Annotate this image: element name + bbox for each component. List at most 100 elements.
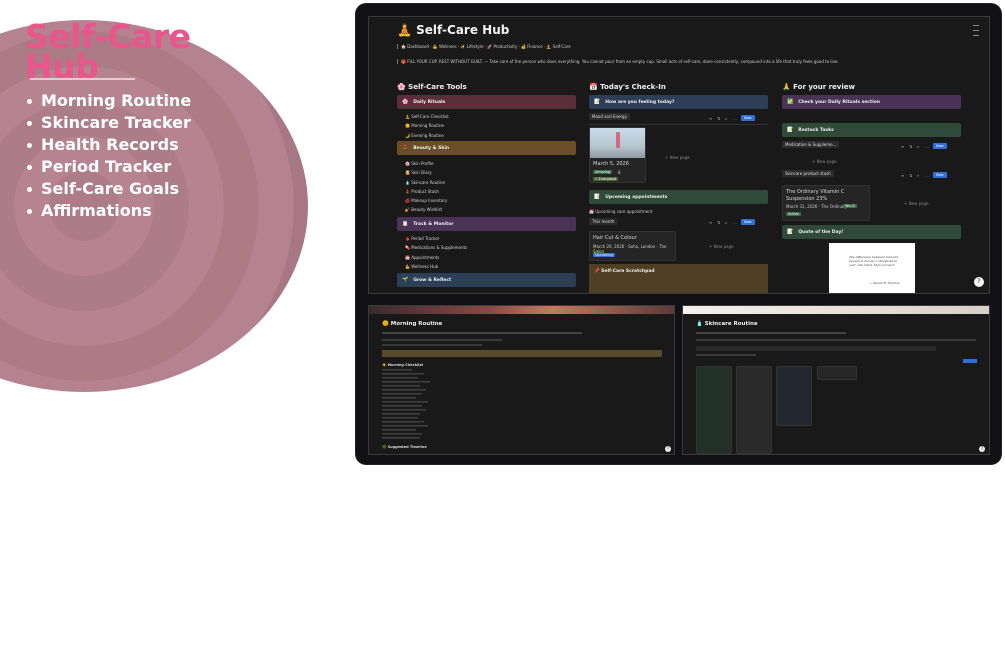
- track-monitor-toggle[interactable]: 📋 Track & Monitor: [397, 217, 576, 231]
- sprout-icon: 🌱: [402, 277, 409, 283]
- quote-text: The difference between hell and heaven i…: [849, 255, 899, 267]
- breadcrumb[interactable]: 🏠 Dashboard · 💪 Wellness · ✨ Lifestyle ·…: [397, 44, 571, 49]
- page: Self-Care Hub Morning Routine Skincare T…: [0, 0, 1005, 670]
- new-page-link[interactable]: + New page: [812, 159, 837, 164]
- promo-underline: [30, 78, 135, 80]
- new-button[interactable]: New: [933, 143, 947, 149]
- sort-icon[interactable]: ⇅: [909, 173, 914, 178]
- promo-feature: Morning Routine: [27, 90, 191, 112]
- main-screenshot: 🧘 Self-Care Hub 🏠 Dashboard · 💪 Wellness…: [368, 16, 990, 294]
- db-toolbar: ≡ ⇅ ⌕ … New: [709, 218, 755, 226]
- sort-icon[interactable]: ⇅: [717, 116, 722, 121]
- text-line: [696, 354, 756, 356]
- grow-reflect-label: Grow & Reflect: [413, 277, 452, 283]
- appointment-card[interactable]: Hair Cut & Colour March 20, 2026 · Soho,…: [589, 231, 676, 261]
- list-item[interactable]: 💋 Makeup Inventory: [405, 196, 447, 205]
- scratchpad-label: Self-Care Scratchpad: [601, 269, 655, 274]
- entry-tag: Amazing: [593, 170, 613, 174]
- beauty-skin-toggle[interactable]: 💄 Beauty & Skin: [397, 141, 576, 155]
- morning-routine-screenshot: 🌞 Morning Routine ☀️ Morning Checklist 🌿…: [368, 305, 675, 455]
- help-icon[interactable]: ?: [665, 446, 671, 452]
- appt-status: Upcoming: [593, 253, 615, 257]
- new-button[interactable]: New: [933, 172, 947, 178]
- quote-image: The difference between hell and heaven i…: [829, 243, 915, 293]
- promo-feature: Affirmations: [27, 200, 191, 222]
- board-column[interactable]: [696, 366, 732, 454]
- checkmark-icon: ✅: [787, 99, 794, 105]
- appointments-sub: 📅 Upcoming care appointment: [589, 209, 653, 214]
- new-button[interactable]: [963, 359, 977, 363]
- list-item[interactable]: 🧴 Skincare Routine: [405, 178, 447, 187]
- new-page-link[interactable]: + New page: [709, 244, 734, 249]
- mood-card[interactable]: March 5, 2026 Amazing 8 ⚡ Energised: [589, 127, 646, 183]
- list-item[interactable]: 💊 Medications & Supplements: [405, 243, 467, 252]
- list-item[interactable]: 📔 Skin Diary: [405, 168, 447, 177]
- text-line: [382, 339, 502, 341]
- mood-card-image: [590, 128, 645, 158]
- filter-icon[interactable]: ≡: [901, 144, 906, 149]
- list-item[interactable]: 💄 Product Stash: [405, 187, 447, 196]
- help-icon[interactable]: ?: [974, 277, 984, 287]
- lipstick-icon: 💄: [402, 145, 409, 151]
- product-card[interactable]: The Ordinary Vitamin C Suspension 23% Ma…: [782, 185, 870, 221]
- skincare-routine-screenshot: 🧴 Skincare Routine ?: [682, 305, 990, 455]
- entry-tag: ⚡ Energised: [593, 177, 618, 181]
- help-icon[interactable]: ?: [979, 446, 985, 452]
- filter-icon[interactable]: ≡: [709, 116, 714, 121]
- list-item[interactable]: 🧘 Self-Care Checklist: [405, 112, 449, 121]
- promo-feature: Skincare Tracker: [27, 112, 191, 134]
- list-item[interactable]: 🩸 Period Tracker: [405, 234, 467, 243]
- more-icon[interactable]: …: [925, 173, 930, 178]
- filter-icon[interactable]: ≡: [709, 220, 714, 225]
- callout: 🎁 FILL YOUR CUP. REST WITHOUT GUILT. — T…: [397, 59, 957, 64]
- cover-image: [683, 306, 989, 314]
- timeline-heading: 🌿 Suggested Timeline: [382, 445, 427, 449]
- new-button[interactable]: New: [741, 115, 755, 121]
- new-button[interactable]: New: [741, 219, 755, 225]
- search-icon[interactable]: ⌕: [917, 144, 922, 149]
- board-column[interactable]: [736, 366, 772, 454]
- col2-heading: 📅 Today's Check-In: [589, 83, 666, 91]
- daily-rituals-list: 🧘 Self-Care Checklist 🌞 Morning Routine …: [405, 112, 449, 140]
- breadcrumb: [696, 332, 846, 334]
- filter-icon[interactable]: ≡: [901, 173, 906, 178]
- list-item[interactable]: 📅 Appointments: [405, 253, 467, 262]
- daily-rituals-toggle[interactable]: 🌸 Daily Rituals: [397, 95, 576, 109]
- beauty-skin-label: Beauty & Skin: [413, 145, 450, 151]
- list-item[interactable]: 🌙 Evening Routine: [405, 131, 449, 140]
- cover-image: [369, 306, 674, 314]
- more-icon[interactable]: …: [733, 220, 738, 225]
- text-line: [696, 339, 976, 341]
- new-page-link[interactable]: + New page: [904, 201, 929, 206]
- quote-callout: 📝 Quote of the Day!: [782, 225, 961, 239]
- sort-icon[interactable]: ⇅: [717, 220, 722, 225]
- db-toolbar: ≡ ⇅ ⌕ … New: [709, 114, 755, 122]
- list-item[interactable]: 💪 Wellness Hub: [405, 262, 467, 271]
- new-page-link[interactable]: + New page: [665, 155, 690, 160]
- check-callout: ✅ Check your Daily Rituals section: [782, 95, 961, 109]
- grow-reflect-toggle[interactable]: 🌱 Grow & Reflect: [397, 273, 576, 287]
- col3-heading: 🙏 For your review: [782, 83, 855, 91]
- stash-chip[interactable]: Skincare product stash: [782, 170, 834, 177]
- search-icon[interactable]: ⌕: [725, 116, 730, 121]
- feeling-label: How are you feeling today?: [605, 99, 675, 105]
- restock-chip[interactable]: Medication & Suppleme...: [782, 141, 840, 148]
- checklist-heading: ☀️ Morning Checklist: [382, 363, 424, 367]
- col1-heading: 🌸 Self-Care Tools: [397, 83, 467, 91]
- more-icon[interactable]: …: [925, 144, 930, 149]
- morning-title: 🌞 Morning Routine: [382, 321, 443, 327]
- checklist-lines: [382, 369, 430, 439]
- search-icon[interactable]: ⌕: [725, 220, 730, 225]
- daily-rituals-label: Daily Rituals: [413, 99, 446, 105]
- tab-mood-energy[interactable]: Mood and Energy: [589, 113, 630, 120]
- board-column[interactable]: [776, 366, 812, 426]
- more-icon[interactable]: …: [733, 116, 738, 121]
- tab-this-month[interactable]: This month: [589, 218, 618, 225]
- list-item[interactable]: 🌞 Morning Routine: [405, 121, 449, 130]
- list-item[interactable]: 💅 Beauty Wishlist: [405, 205, 447, 214]
- search-icon[interactable]: ⌕: [917, 173, 922, 178]
- sort-icon[interactable]: ⇅: [909, 144, 914, 149]
- board-column[interactable]: [817, 366, 857, 380]
- menu-icon[interactable]: [973, 25, 979, 36]
- list-item[interactable]: 🌸 Skin Profile: [405, 159, 447, 168]
